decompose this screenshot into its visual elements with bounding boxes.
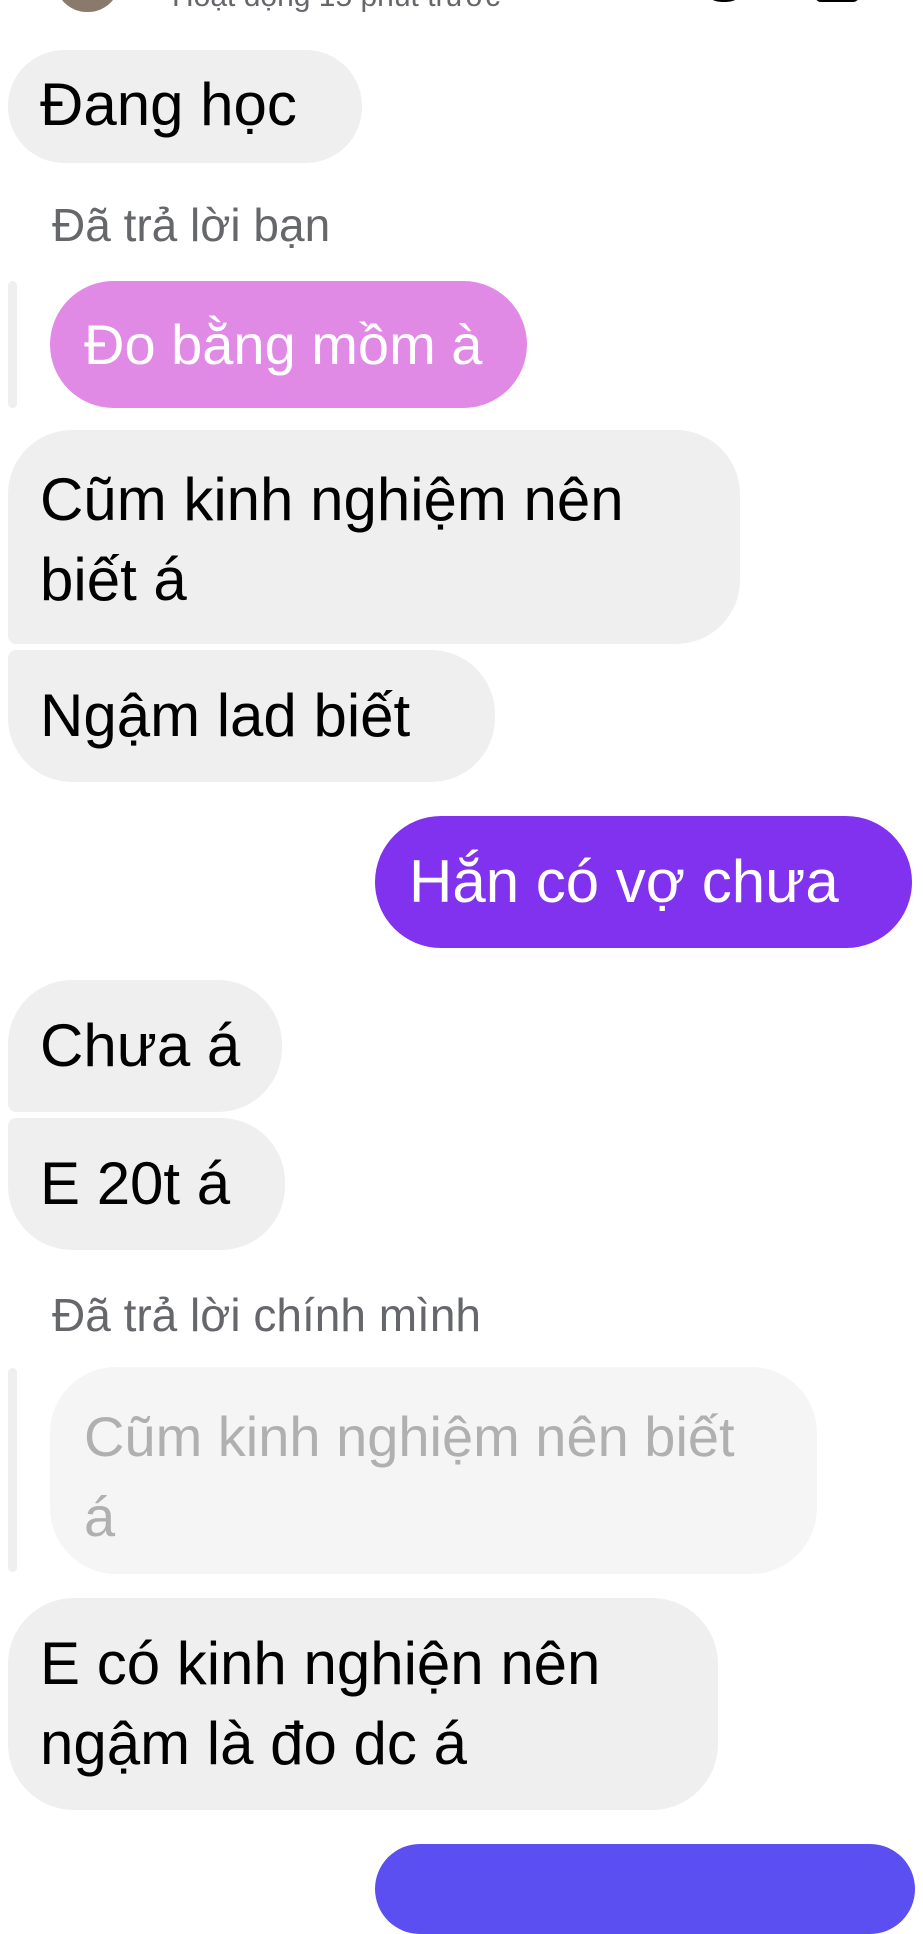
message-bubble-incoming[interactable]: Đang học [8,50,362,163]
contact-avatar[interactable] [55,0,120,12]
reply-label: Đã trả lời chính mình [52,1289,482,1341]
quoted-message[interactable]: Đo bằng mồm à [50,281,527,408]
message-bubble-outgoing[interactable]: Hắn có vợ chưa [375,816,912,948]
message-bubble-outgoing[interactable] [375,1844,915,1934]
phone-icon[interactable] [700,0,748,2]
video-icon[interactable] [815,0,859,2]
message-bubble-incoming[interactable]: E 20t á [8,1118,285,1250]
message-bubble-incoming[interactable]: E có kinh nghiện nên ngậm là đo dc á [8,1598,718,1810]
reply-indicator-bar [8,1368,17,1572]
active-status: Hoạt động 15 phút trước [172,0,500,14]
reply-indicator-bar [8,281,17,408]
message-bubble-incoming[interactable]: Cũm kinh nghiệm nên biết á [8,430,740,644]
message-bubble-incoming[interactable]: Chưa á [8,980,282,1112]
quoted-message[interactable]: Cũm kinh nghiệm nên biết á [50,1367,817,1574]
reply-label: Đã trả lời bạn [52,199,331,251]
message-bubble-incoming[interactable]: Ngậm lad biết [8,650,495,782]
